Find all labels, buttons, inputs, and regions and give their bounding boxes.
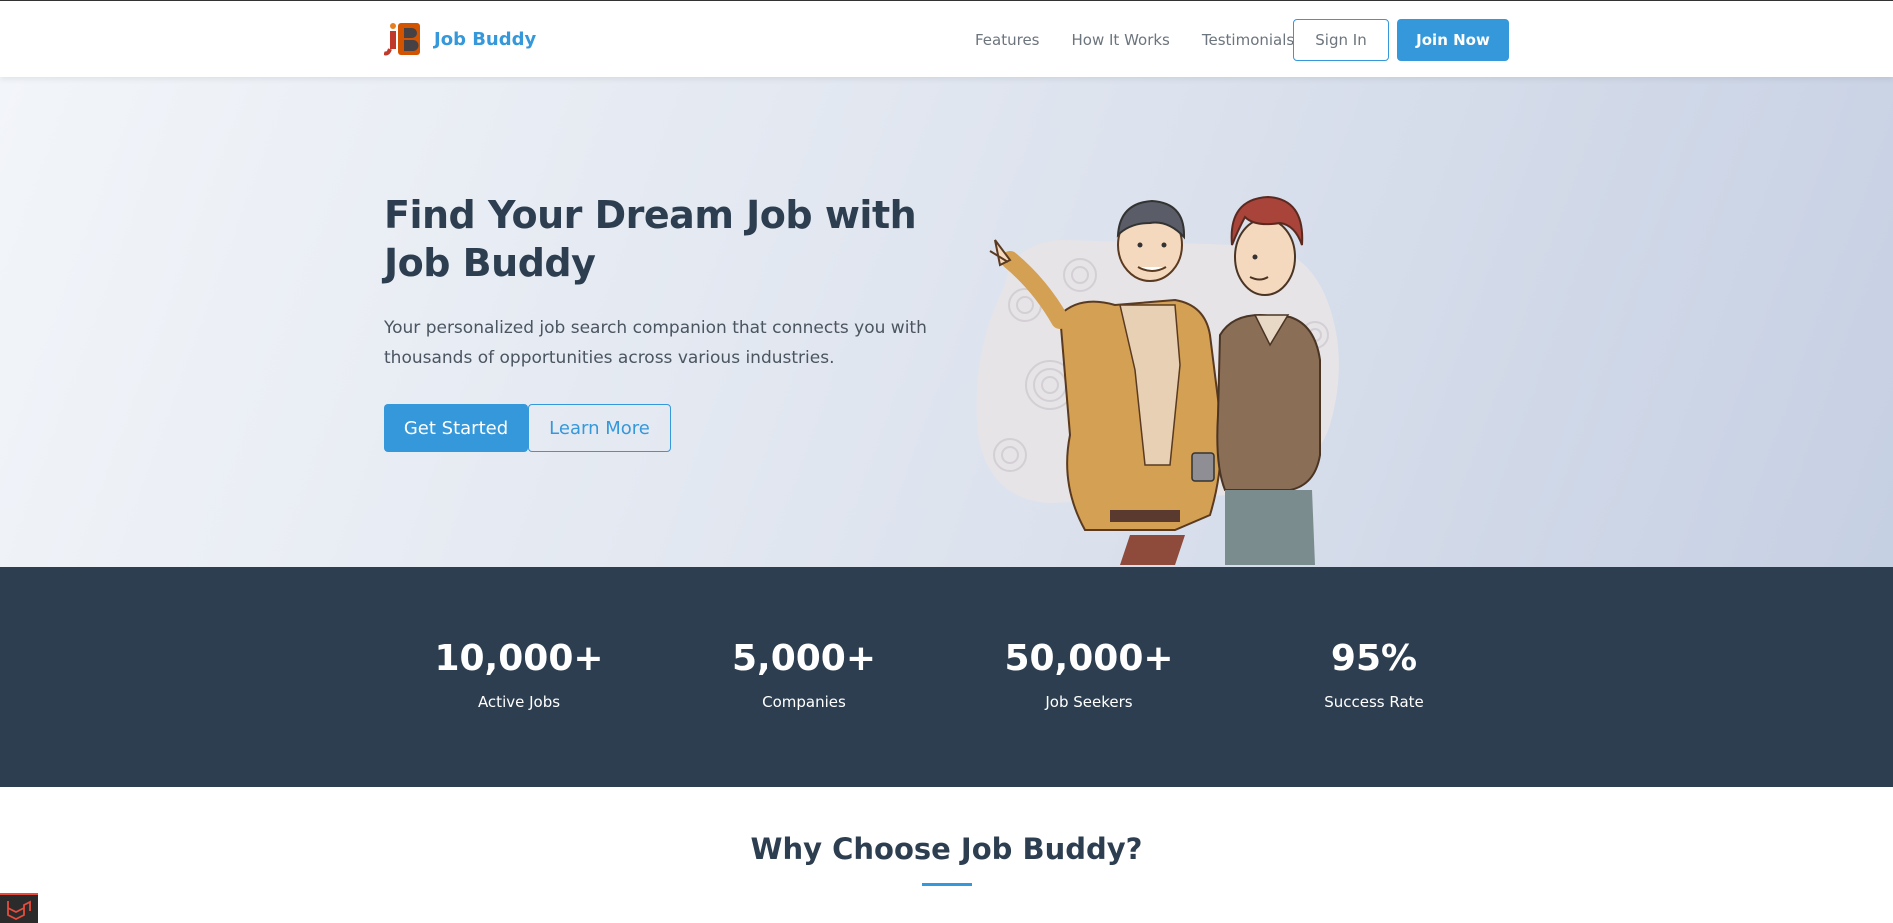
hero-section: Find Your Dream Job with Job Buddy Your … <box>0 77 1893 567</box>
stat-label: Companies <box>762 693 846 711</box>
hero-title: Find Your Dream Job with Job Buddy <box>384 193 917 285</box>
hero-illustration <box>976 195 1339 565</box>
stat-value: 50,000+ <box>1004 638 1174 679</box>
stat-active-jobs: 10,000+ Active Jobs <box>419 637 619 711</box>
get-started-button[interactable]: Get Started <box>384 404 528 452</box>
stat-label: Success Rate <box>1324 693 1424 711</box>
join-now-button[interactable]: Join Now <box>1397 19 1509 61</box>
stat-label: Active Jobs <box>477 693 561 711</box>
stat-value: 5,000+ <box>731 638 877 679</box>
stat-success-rate: 95% Success Rate <box>1274 637 1474 711</box>
learn-more-button[interactable]: Learn More <box>528 404 671 452</box>
top-navbar: Job Buddy Features How It Works Testimon… <box>0 0 1893 77</box>
stat-companies: 5,000+ Companies <box>704 637 904 711</box>
sign-in-button[interactable]: Sign In <box>1293 19 1389 61</box>
hero-subtitle: Your personalized job search companion t… <box>384 318 927 368</box>
stat-job-seekers: 50,000+ Job Seekers <box>989 637 1189 711</box>
brand-name: Job Buddy <box>434 28 537 50</box>
jb-logo-icon <box>384 23 420 56</box>
debug-toolbar-glyph-icon <box>7 900 31 921</box>
why-choose-title: Why Choose Job Buddy? <box>750 832 1143 866</box>
title-underline <box>922 883 972 886</box>
stat-value: 10,000+ <box>434 638 604 679</box>
nav-links: Features How It Works Testimonials <box>975 19 1294 61</box>
nav-link-features[interactable]: Features <box>975 31 1040 49</box>
brand-link[interactable]: Job Buddy <box>384 19 536 59</box>
stat-label: Job Seekers <box>1045 693 1133 711</box>
nav-link-how-it-works[interactable]: How It Works <box>1072 31 1170 49</box>
nav-link-testimonials[interactable]: Testimonials <box>1202 31 1294 49</box>
debug-toolbar-icon[interactable] <box>0 893 38 923</box>
stats-section: 10,000+ Active Jobs 5,000+ Companies 50,… <box>0 567 1893 787</box>
stat-value: 95% <box>1330 638 1418 679</box>
